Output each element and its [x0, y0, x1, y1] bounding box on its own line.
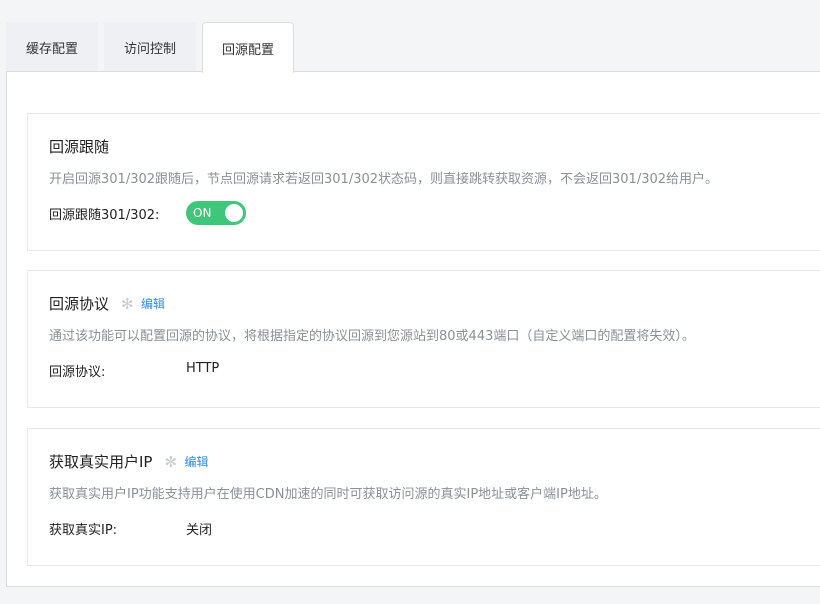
- tab-access-control[interactable]: 访问控制: [104, 22, 196, 72]
- origin-follow-title: 回源跟随: [49, 138, 110, 156]
- tab-content-panel: 回源跟随 开启回源301/302跟随后，节点回源请求若返回301/302状态码，…: [6, 71, 820, 587]
- tab-origin-config[interactable]: 回源配置: [202, 22, 294, 73]
- tab-cache-config[interactable]: 缓存配置: [6, 22, 98, 72]
- real-ip-card: 获取真实用户IP ✻ 编辑 获取真实用户IP功能支持用户在使用CDN加速的同时可…: [27, 428, 820, 566]
- page: 缓存配置 访问控制 回源配置 回源跟随 开启回源301/302跟随后，节点回源请…: [0, 0, 820, 604]
- origin-follow-label: 回源跟随301/302:: [49, 208, 160, 223]
- gear-icon: ✻: [164, 452, 178, 471]
- origin-follow-description: 开启回源301/302跟随后，节点回源请求若返回301/302状态码，则直接跳转…: [49, 172, 719, 187]
- card-title: 回源跟随: [49, 136, 109, 157]
- origin-protocol-title: 回源协议: [49, 295, 110, 313]
- card-title: 回源协议 ✻ 编辑: [49, 293, 165, 314]
- real-ip-value: 关闭: [186, 523, 213, 538]
- origin-follow-toggle[interactable]: ON: [186, 201, 246, 225]
- origin-follow-card: 回源跟随 开启回源301/302跟随后，节点回源请求若返回301/302状态码，…: [27, 113, 820, 251]
- real-ip-description: 获取真实用户IP功能支持用户在使用CDN加速的同时可获取访问源的真实IP地址或客…: [49, 487, 607, 502]
- toggle-text: ON: [193, 206, 212, 220]
- edit-real-ip-link[interactable]: 编辑: [184, 453, 208, 470]
- edit-protocol-link[interactable]: 编辑: [141, 295, 165, 312]
- origin-protocol-label: 回源协议:: [49, 365, 106, 380]
- card-title: 获取真实用户IP ✻ 编辑: [49, 451, 209, 472]
- gear-icon: ✻: [121, 294, 134, 313]
- toggle-knob: [225, 204, 243, 222]
- origin-protocol-card: 回源协议 ✻ 编辑 通过该功能可以配置回源的协议，将根据指定的协议回源到您源站到…: [27, 270, 820, 408]
- real-ip-title: 获取真实用户IP: [49, 453, 153, 471]
- origin-protocol-value: HTTP: [186, 361, 220, 376]
- real-ip-label: 获取真实IP:: [49, 523, 118, 538]
- origin-protocol-description: 通过该功能可以配置回源的协议，将根据指定的协议回源到您源站到80或443端口（自…: [49, 329, 695, 344]
